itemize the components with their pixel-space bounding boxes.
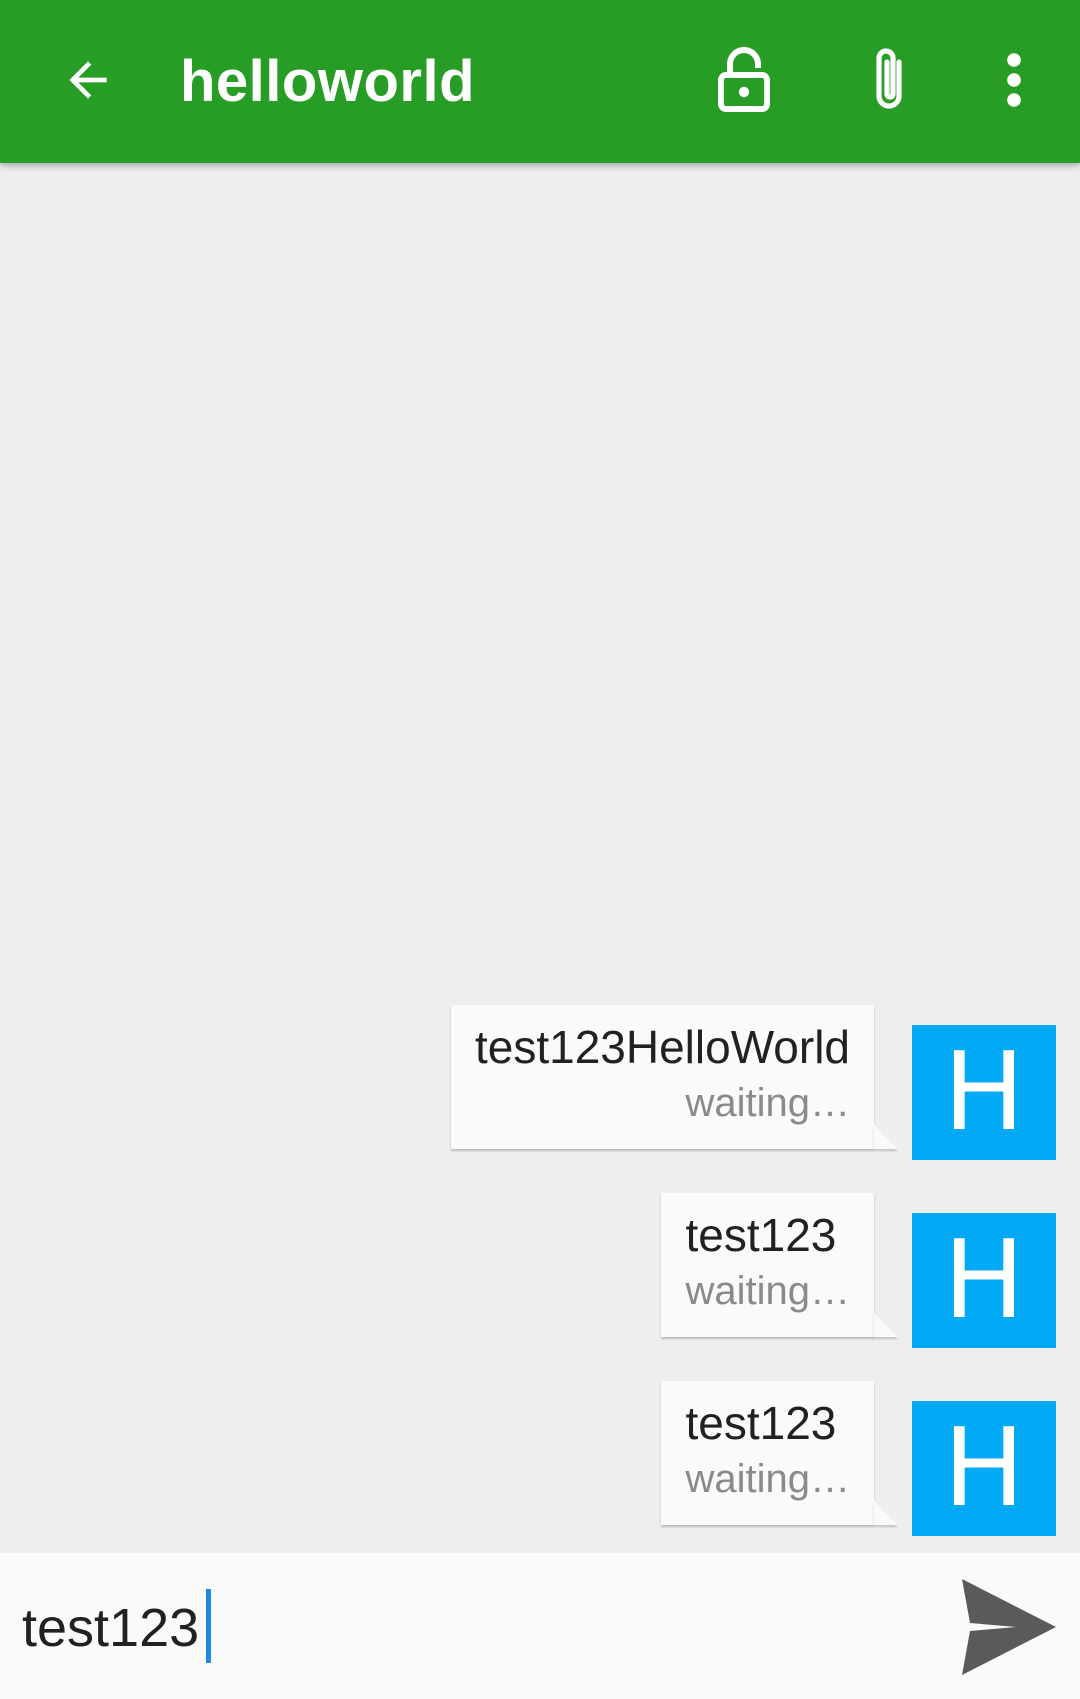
message-status: waiting…	[685, 1081, 850, 1125]
conversation-title: helloworld	[180, 49, 475, 114]
message-status: waiting…	[685, 1457, 850, 1501]
send-icon	[962, 1579, 1056, 1675]
message-text: test123HelloWorld	[474, 1021, 850, 1073]
paperclip-icon	[876, 48, 902, 109]
message-composer	[0, 1553, 1080, 1699]
message-input[interactable]	[22, 1583, 922, 1673]
lock-open-icon	[718, 47, 770, 112]
message-row: test123 waiting… H	[661, 1193, 1056, 1348]
text-caret	[206, 1589, 211, 1663]
avatar[interactable]: H	[912, 1401, 1056, 1536]
send-button[interactable]	[956, 1575, 1060, 1679]
message-row: test123HelloWorld waiting… H	[450, 1005, 1056, 1160]
message-row: test123 waiting… H	[661, 1381, 1056, 1536]
avatar[interactable]: H	[912, 1213, 1056, 1348]
message-bubble[interactable]: test123 waiting…	[661, 1193, 874, 1337]
more-vert-icon	[1007, 53, 1021, 107]
message-list[interactable]: test123HelloWorld waiting… H test123 wai…	[0, 163, 1080, 1553]
encryption-lock-button[interactable]	[704, 40, 784, 120]
app-bar: helloworld	[0, 0, 1080, 163]
arrow-back-icon	[69, 61, 107, 99]
message-bubble[interactable]: test123 waiting…	[661, 1381, 874, 1525]
message-status: waiting…	[685, 1269, 850, 1313]
back-button[interactable]	[52, 44, 124, 116]
avatar[interactable]: H	[912, 1025, 1056, 1160]
message-text: test123	[685, 1397, 837, 1449]
message-text: test123	[685, 1209, 837, 1261]
attach-button[interactable]	[849, 40, 929, 120]
overflow-menu-button[interactable]	[974, 40, 1054, 120]
message-bubble[interactable]: test123HelloWorld waiting…	[450, 1005, 874, 1149]
